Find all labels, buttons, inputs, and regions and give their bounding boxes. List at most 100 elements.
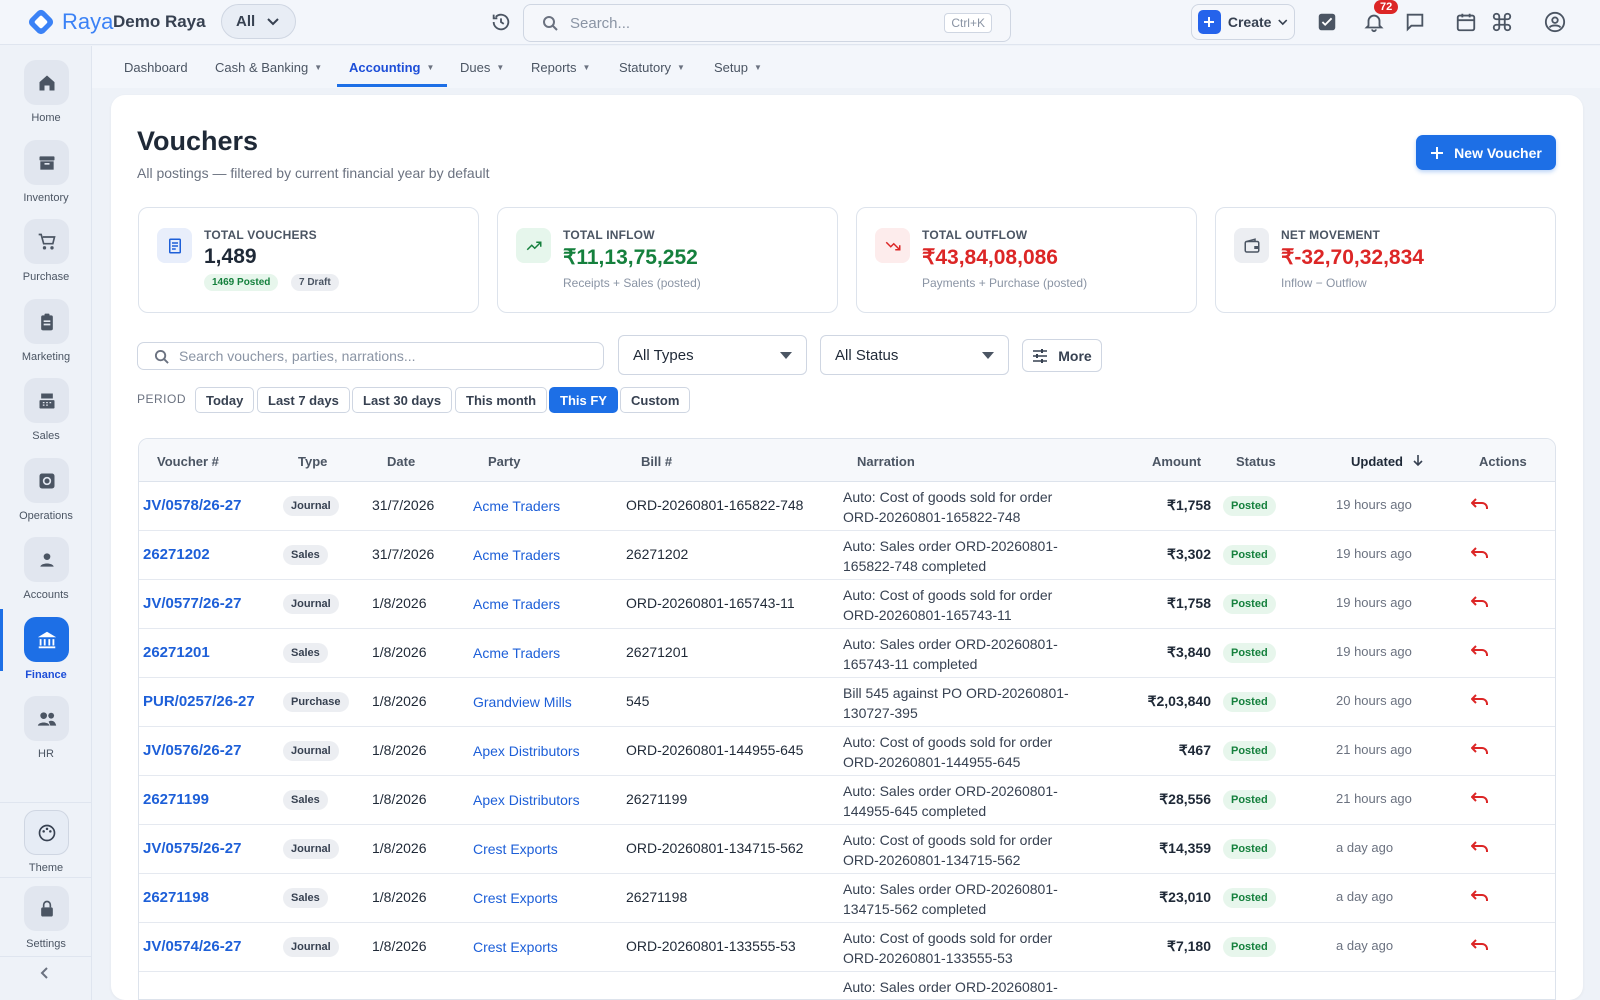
updated-time: a day ago bbox=[1336, 840, 1394, 855]
party-link[interactable]: Acme Traders bbox=[473, 547, 560, 563]
table-row[interactable]: Auto: Sales order ORD-20260801- bbox=[139, 972, 1555, 999]
voucher-number-link[interactable]: PUR/0257/26-27 bbox=[143, 693, 255, 710]
column-header-type[interactable]: Type bbox=[298, 454, 327, 469]
tab-statutory[interactable]: Statutory ▼ bbox=[619, 60, 685, 75]
sidebar-item-accounts[interactable]: Accounts bbox=[0, 537, 92, 615]
party-link[interactable]: Apex Distributors bbox=[473, 743, 580, 759]
chat-icon[interactable] bbox=[1404, 11, 1426, 33]
new-voucher-button[interactable]: New Voucher bbox=[1416, 135, 1556, 170]
reverse-icon[interactable] bbox=[1470, 840, 1489, 857]
voucher-number-link[interactable]: JV/0576/26-27 bbox=[143, 742, 241, 759]
table-row[interactable]: JV/0576/26-27 Journal 1/8/2026 Apex Distrib… bbox=[139, 727, 1555, 776]
column-header-bill[interactable]: Bill # bbox=[641, 454, 672, 469]
bill-number: 545 bbox=[626, 693, 650, 709]
period-chip-today[interactable]: Today bbox=[195, 387, 255, 413]
voucher-number-link[interactable]: JV/0577/26-27 bbox=[143, 595, 241, 612]
bill-number: 26271202 bbox=[626, 546, 689, 562]
reverse-icon[interactable] bbox=[1470, 546, 1489, 563]
party-link[interactable]: Acme Traders bbox=[473, 645, 560, 661]
voucher-number-link[interactable]: 26271198 bbox=[143, 889, 209, 906]
account-icon[interactable] bbox=[1544, 11, 1566, 33]
reverse-icon[interactable] bbox=[1470, 889, 1489, 906]
column-header-party[interactable]: Party bbox=[488, 454, 521, 469]
column-header-date[interactable]: Date bbox=[387, 454, 415, 469]
create-button[interactable]: Create bbox=[1191, 4, 1295, 40]
table-row[interactable]: 26271202 Sales 31/7/2026 Acme Traders 262712… bbox=[139, 531, 1555, 580]
reverse-icon[interactable] bbox=[1470, 938, 1489, 955]
party-link[interactable]: Acme Traders bbox=[473, 596, 560, 612]
sidebar-item-operations[interactable]: Operations bbox=[0, 458, 92, 536]
column-header-status[interactable]: Status bbox=[1236, 454, 1276, 469]
period-chip-last-7-days[interactable]: Last 7 days bbox=[257, 387, 350, 413]
table-row[interactable]: PUR/0257/26-27 Purchase 1/8/2026 Grandview … bbox=[139, 678, 1555, 727]
sidebar-item-purchase[interactable]: Purchase bbox=[0, 219, 92, 297]
sidebar-item-hr[interactable]: HR bbox=[0, 696, 92, 774]
status-badge: Posted bbox=[1223, 790, 1276, 810]
status-select[interactable]: All Status bbox=[820, 335, 1009, 375]
party-link[interactable]: Crest Exports bbox=[473, 890, 558, 906]
voucher-number-link[interactable]: 26271202 bbox=[143, 546, 210, 563]
column-header-voucher[interactable]: Voucher # bbox=[157, 454, 219, 469]
table-row[interactable]: JV/0578/26-27 Journal 31/7/2026 Acme Trader… bbox=[139, 482, 1555, 531]
period-chip-last-30-days[interactable]: Last 30 days bbox=[352, 387, 453, 413]
party-link[interactable]: Acme Traders bbox=[473, 498, 560, 514]
tab-dues[interactable]: Dues ▼ bbox=[460, 60, 504, 75]
command-icon[interactable] bbox=[1491, 11, 1513, 33]
sidebar-item-home[interactable]: Home bbox=[0, 60, 92, 138]
sidebar-item-settings[interactable]: Settings bbox=[0, 886, 92, 964]
narration-line: ORD-20260801-134715-562 bbox=[843, 852, 1021, 868]
voucher-number-link[interactable]: JV/0578/26-27 bbox=[143, 497, 241, 514]
voucher-number-link[interactable]: JV/0575/26-27 bbox=[143, 840, 241, 857]
reverse-icon[interactable] bbox=[1470, 742, 1489, 759]
trending-up-icon bbox=[516, 228, 551, 263]
calendar-icon[interactable] bbox=[1455, 11, 1477, 33]
table-row[interactable]: 26271201 Sales 1/8/2026 Acme Traders 2627120… bbox=[139, 629, 1555, 678]
global-search[interactable]: Search... Ctrl+K bbox=[523, 4, 1011, 42]
party-link[interactable]: Apex Distributors bbox=[473, 792, 580, 808]
sidebar-item-inventory[interactable]: Inventory bbox=[0, 140, 92, 218]
voucher-number-link[interactable]: 26271199 bbox=[143, 791, 209, 808]
tab-reports[interactable]: Reports ▼ bbox=[531, 60, 590, 75]
bell-icon[interactable] bbox=[1363, 11, 1385, 33]
type-select[interactable]: All Types bbox=[618, 335, 807, 375]
narration: Bill 545 against PO ORD-20260801- 130727-… bbox=[843, 683, 1105, 723]
company-name[interactable]: Demo Raya bbox=[113, 12, 206, 32]
party-link[interactable]: Crest Exports bbox=[473, 939, 558, 955]
chevron-left-icon[interactable] bbox=[38, 966, 52, 980]
reverse-icon[interactable] bbox=[1470, 693, 1489, 710]
reverse-icon[interactable] bbox=[1470, 595, 1489, 612]
voucher-number-link[interactable]: JV/0574/26-27 bbox=[143, 938, 241, 955]
reverse-icon[interactable] bbox=[1470, 644, 1489, 661]
table-row[interactable]: JV/0577/26-27 Journal 1/8/2026 Acme Traders… bbox=[139, 580, 1555, 629]
tab-cash-banking[interactable]: Cash & Banking ▼ bbox=[215, 60, 322, 75]
table-row[interactable]: 26271199 Sales 1/8/2026 Apex Distributors 26… bbox=[139, 776, 1555, 825]
reverse-icon[interactable] bbox=[1470, 791, 1489, 808]
column-header-narration[interactable]: Narration bbox=[857, 454, 915, 469]
brand-logo[interactable]: Raya bbox=[26, 7, 113, 37]
voucher-number-link[interactable]: 26271201 bbox=[143, 644, 210, 661]
caret-down-icon: ▼ bbox=[496, 63, 505, 72]
scope-select[interactable]: All bbox=[221, 4, 296, 39]
period-chip-custom[interactable]: Custom bbox=[620, 387, 691, 413]
archive-icon bbox=[24, 140, 69, 185]
voucher-search-input[interactable]: Search vouchers, parties, narrations... bbox=[137, 342, 604, 370]
table-row[interactable]: 26271198 Sales 1/8/2026 Crest Exports 262711… bbox=[139, 874, 1555, 923]
period-chip-this-fy[interactable]: This FY bbox=[549, 387, 618, 413]
tab-accounting[interactable]: Accounting ▼ bbox=[349, 60, 434, 75]
history-icon[interactable] bbox=[490, 11, 512, 33]
period-chip-this-month[interactable]: This month bbox=[455, 387, 548, 413]
more-filters-button[interactable]: More bbox=[1022, 339, 1102, 372]
tab-setup[interactable]: Setup ▼ bbox=[714, 60, 762, 75]
reverse-icon[interactable] bbox=[1470, 497, 1489, 514]
table-row[interactable]: JV/0574/26-27 Journal 1/8/2026 Crest Export… bbox=[139, 923, 1555, 972]
sidebar-item-marketing[interactable]: Marketing bbox=[0, 299, 92, 377]
party-link[interactable]: Crest Exports bbox=[473, 841, 558, 857]
column-header-updated[interactable]: Updated bbox=[1351, 454, 1423, 469]
tasks-icon[interactable] bbox=[1316, 11, 1338, 33]
sidebar-item-sales[interactable]: Sales bbox=[0, 378, 92, 456]
tab-dashboard[interactable]: Dashboard bbox=[124, 60, 188, 75]
column-header-amount[interactable]: Amount bbox=[1152, 454, 1201, 469]
party-link[interactable]: Grandview Mills bbox=[473, 694, 572, 710]
sidebar-item-finance[interactable]: Finance bbox=[0, 609, 92, 695]
table-row[interactable]: JV/0575/26-27 Journal 1/8/2026 Crest Export… bbox=[139, 825, 1555, 874]
